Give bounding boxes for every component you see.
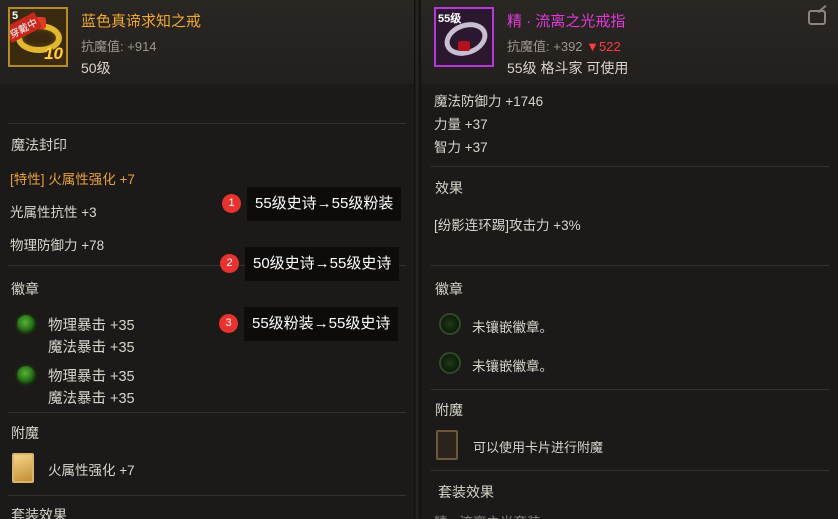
stat-row: 智力 +37 [434,140,488,155]
resist-value: +392 [553,39,583,54]
item-reinforce-level: 10 [44,44,63,63]
set-effect-name: 精 · 流离之光套装 [434,511,541,519]
resist-value: +914 [127,39,157,54]
enchant-card-icon [12,453,34,483]
annotation-label: 55级史诗→55级粉装 [247,187,402,221]
left-resist-row: 抗魔值: +914 [81,36,157,55]
seal-row: 光属性抗性 +3 [10,205,97,220]
resist-label: 抗魔值: [81,39,124,54]
stat-row: 力量 +37 [434,117,488,132]
share-icon[interactable] [808,10,826,25]
left-item-name: 蓝色真谛求知之戒 [81,13,202,30]
emblem-stat: 魔法暴击 +35 [48,340,135,356]
left-item-header: 5 穿戴中 10 蓝色真谛求知之戒 抗魔值: +914 50级 [0,0,414,84]
right-item-name: 精 · 流离之光戒指 [507,13,626,30]
empty-emblem-slot-icon [439,352,461,374]
emblem-stat: 魔法暴击 +35 [48,391,135,407]
annotation-badge: 1 [222,194,241,213]
emblem-stat: 物理暴击 +35 [48,318,135,334]
emblem-slot-icon [15,313,37,335]
seal-row: 物理防御力 +78 [10,238,105,253]
resist-delta: ▼522 [586,39,621,54]
empty-card-slot-icon [436,430,458,460]
panel-separator [414,0,421,519]
item-icon-level: 55级 [438,13,462,25]
right-item-level-info: 55级 格斗家 可使用 [507,60,629,76]
emblem-slot-icon [15,364,37,386]
seal-attribute-row: [特性] 火属性强化 +7 [10,172,135,187]
divider [8,123,406,124]
divider [431,470,829,471]
divider [8,412,406,413]
right-resist-row: 抗魔值: +392 ▼522 [507,36,621,55]
enchant-text: 火属性强化 +7 [48,463,135,478]
magic-seal-title: 魔法封印 [11,137,67,153]
annotation-badge: 3 [219,314,238,333]
annotation-label: 55级粉装→55级史诗 [244,307,399,341]
effect-text: [纷影连环踢]攻击力 +3% [434,218,581,233]
set-effect-title: 套装效果 [438,484,494,500]
emblem-stat: 物理暴击 +35 [48,369,135,385]
divider [8,495,406,496]
right-item-header: 55级 精 · 流离之光戒指 抗魔值: +392 ▼522 55级 格斗家 可使… [421,0,838,84]
emblem-empty-text: 未镶嵌徽章。 [472,359,553,374]
stat-row: 魔法防御力 +1746 [434,94,544,109]
divider [431,265,829,266]
left-item-level: 50级 [81,60,111,76]
divider [431,166,829,167]
divider [431,389,829,390]
annotation-label: 50级史诗→55级史诗 [245,247,400,281]
ring-item-icon: 55级 [434,7,494,67]
ring-item-icon: 5 穿戴中 10 [8,7,68,67]
emblem-empty-text: 未镶嵌徽章。 [472,320,553,335]
emblem-title: 徽章 [435,281,463,297]
right-item-tooltip: 55级 精 · 流离之光戒指 抗魔值: +392 ▼522 55级 格斗家 可使… [421,0,838,519]
ring-gem-graphic [458,41,470,51]
enchant-title: 附魔 [435,402,463,418]
annotation-badge: 2 [220,254,239,273]
enchant-title: 附魔 [11,425,39,441]
set-effect-title: 套装效果 [11,507,67,519]
empty-emblem-slot-icon [439,313,461,335]
emblem-title: 徽章 [11,281,39,297]
effect-title: 效果 [435,180,463,196]
enchant-hint: 可以使用卡片进行附魔 [473,440,604,455]
resist-label: 抗魔值: [507,39,550,54]
